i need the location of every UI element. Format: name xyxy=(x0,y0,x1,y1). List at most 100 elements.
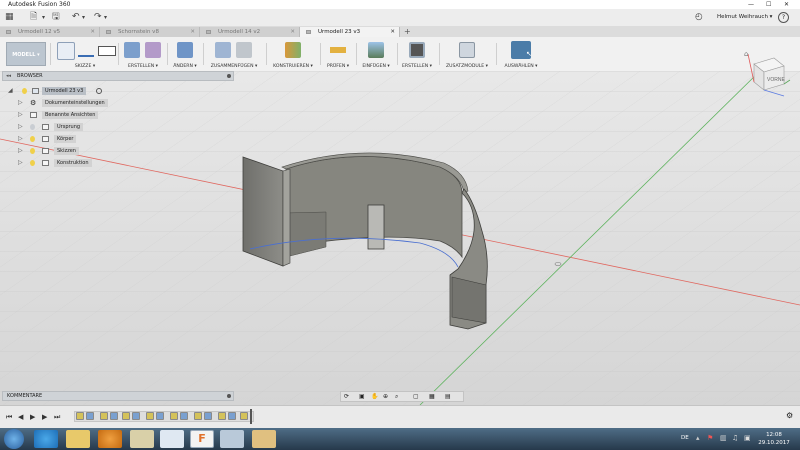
display-settings-icon[interactable]: ▢ xyxy=(413,393,419,400)
insert-group[interactable]: EINFÜGEN ▾ xyxy=(358,39,394,69)
language-indicator[interactable]: DE xyxy=(681,435,689,441)
start-orb-icon[interactable] xyxy=(4,429,24,449)
user-menu[interactable]: Helmut Weihrauch ▾ xyxy=(717,13,772,22)
browser-options-icon[interactable] xyxy=(227,74,231,78)
notepad-icon[interactable] xyxy=(160,430,184,448)
go-to-start-icon[interactable]: ⏮ xyxy=(6,413,12,422)
timeline-extrude-feature[interactable] xyxy=(228,412,236,420)
fusion-360-icon[interactable]: F xyxy=(190,430,214,448)
sketch-icon[interactable] xyxy=(57,42,75,60)
timeline-marker[interactable] xyxy=(250,409,252,424)
network-icon[interactable]: ▥ xyxy=(720,434,727,442)
select-group[interactable]: ↖ AUSWÄHLEN ▾ xyxy=(499,39,543,69)
app-grid-icon[interactable]: ▦ xyxy=(5,12,14,23)
close-button[interactable]: ✕ xyxy=(784,0,789,9)
timeline-sketch-feature[interactable] xyxy=(170,412,178,420)
rectangle-icon[interactable] xyxy=(98,46,116,56)
browser-panel-header[interactable]: ◂◂ BROWSER xyxy=(2,71,234,81)
timeline-sketch-feature[interactable] xyxy=(100,412,108,420)
scripts-icon[interactable] xyxy=(459,42,475,58)
file-dropdown-icon[interactable]: ▾ xyxy=(42,12,45,23)
fit-icon[interactable]: ⌕ xyxy=(395,393,398,401)
expand-icon[interactable]: ▷ xyxy=(18,98,23,108)
minimize-button[interactable]: — xyxy=(748,0,754,9)
internet-explorer-icon[interactable] xyxy=(34,430,58,448)
expand-icon[interactable]: ▷ xyxy=(18,134,23,144)
close-tab-icon[interactable]: ✕ xyxy=(90,27,95,37)
new-component-icon[interactable] xyxy=(215,42,231,58)
sketch-group[interactable]: SKIZZE ▾ xyxy=(54,39,116,69)
timeline-sketch-feature[interactable] xyxy=(218,412,226,420)
timeline-sketch-feature[interactable] xyxy=(146,412,154,420)
joint-icon[interactable] xyxy=(236,42,252,58)
tab-urmodell-12[interactable]: Urmodell 12 v5 ✕ xyxy=(0,27,100,37)
orbit-icon[interactable]: ⟳ xyxy=(344,393,349,400)
visibility-bulb-icon[interactable] xyxy=(30,124,35,130)
expand-icon[interactable]: ▷ xyxy=(18,110,23,120)
browser-root-item[interactable]: ◢ Urmodell 23 v3 xyxy=(8,86,128,96)
assemble-group[interactable]: ZUSAMMENFÜGEN ▾ xyxy=(206,39,262,69)
workspace-switcher[interactable]: MODELL ▾ xyxy=(6,42,46,66)
timeline-extrude-feature[interactable] xyxy=(156,412,164,420)
expand-icon[interactable]: ◢ xyxy=(8,86,13,96)
comments-panel-header[interactable]: KOMMENTARE xyxy=(2,391,234,401)
collapse-browser-icon[interactable]: ◂◂ xyxy=(6,72,11,81)
timeline-sketch-feature[interactable] xyxy=(76,412,84,420)
file-menu-icon[interactable]: 🗎 xyxy=(30,12,37,23)
offset-plane-icon[interactable] xyxy=(285,42,301,58)
visibility-bulb-icon[interactable] xyxy=(30,160,35,166)
step-back-icon[interactable]: ◀ xyxy=(18,413,23,422)
close-tab-icon[interactable]: ✕ xyxy=(190,27,195,37)
construct-group[interactable]: KONSTRUIEREN ▾ xyxy=(269,39,317,69)
extrude-icon[interactable] xyxy=(124,42,140,58)
volume-icon[interactable]: ♫ xyxy=(732,434,738,442)
make-group[interactable]: ERSTELLEN ▾ xyxy=(398,39,436,69)
go-to-end-icon[interactable]: ⏭ xyxy=(54,413,60,422)
viewports-icon[interactable]: ▤ xyxy=(445,393,451,400)
new-tab-icon[interactable]: + xyxy=(404,26,411,37)
undo-icon[interactable]: ↶ xyxy=(72,12,80,23)
play-icon[interactable]: ▶ xyxy=(30,413,35,422)
expand-icon[interactable]: ▷ xyxy=(18,122,23,132)
comments-add-icon[interactable] xyxy=(227,394,231,398)
close-tab-icon[interactable]: ✕ xyxy=(290,27,295,37)
browser-item-named-views[interactable]: ▷ Benannte Ansichten xyxy=(18,110,138,120)
job-status-icon[interactable]: ◴ xyxy=(695,12,703,23)
inspect-group[interactable]: PRÜFEN ▾ xyxy=(322,39,354,69)
redo-dropdown-icon[interactable]: ▾ xyxy=(104,12,107,23)
line-icon[interactable] xyxy=(78,45,94,57)
timeline-sketch-feature[interactable] xyxy=(240,412,248,420)
visibility-bulb-icon[interactable] xyxy=(22,88,27,94)
measure-icon[interactable] xyxy=(330,47,346,53)
tab-urmodell-23[interactable]: Urmodell 23 v3 ✕ xyxy=(300,27,400,37)
3d-print-icon[interactable] xyxy=(409,42,425,58)
timeline-sketch-feature[interactable] xyxy=(194,412,202,420)
press-pull-icon[interactable] xyxy=(177,42,193,58)
paint-icon[interactable] xyxy=(252,430,276,448)
visibility-bulb-icon[interactable] xyxy=(30,148,35,154)
undo-dropdown-icon[interactable]: ▾ xyxy=(82,12,85,23)
view-cube[interactable]: VORNE ⌂ xyxy=(744,50,792,98)
activate-radio[interactable] xyxy=(96,88,102,94)
timeline-extrude-feature[interactable] xyxy=(110,412,118,420)
browser-item-sketches[interactable]: ▷ Skizzen xyxy=(18,146,138,156)
pattern-icon[interactable] xyxy=(145,42,161,58)
tray-device-icon[interactable]: ▣ xyxy=(744,434,751,442)
modify-group[interactable]: ÄNDERN ▾ xyxy=(170,39,200,69)
insert-image-icon[interactable] xyxy=(368,42,384,58)
timeline-extrude-feature[interactable] xyxy=(180,412,188,420)
addins-group[interactable]: ZUSATZMODULE ▾ xyxy=(441,39,493,69)
browser-item-origin[interactable]: ▷ Ursprung xyxy=(18,122,138,132)
browser-item-construction[interactable]: ▷ Konstruktion xyxy=(18,158,138,168)
right-end-panel[interactable] xyxy=(451,276,487,324)
clock[interactable]: 12:08 29.10.2017 xyxy=(754,431,794,447)
expand-icon[interactable]: ▷ xyxy=(18,158,23,168)
left-end-panel[interactable] xyxy=(242,156,284,267)
grid-settings-icon[interactable]: ▦ xyxy=(429,393,435,400)
visibility-bulb-icon[interactable] xyxy=(30,136,35,142)
timeline-extrude-feature[interactable] xyxy=(86,412,94,420)
timeline-settings-gear-icon[interactable]: ⚙ xyxy=(786,411,793,420)
pan-icon[interactable]: ✋ xyxy=(371,393,378,400)
door-opening[interactable] xyxy=(367,204,385,250)
create-group[interactable]: ERSTELLEN ▾ xyxy=(121,39,165,69)
